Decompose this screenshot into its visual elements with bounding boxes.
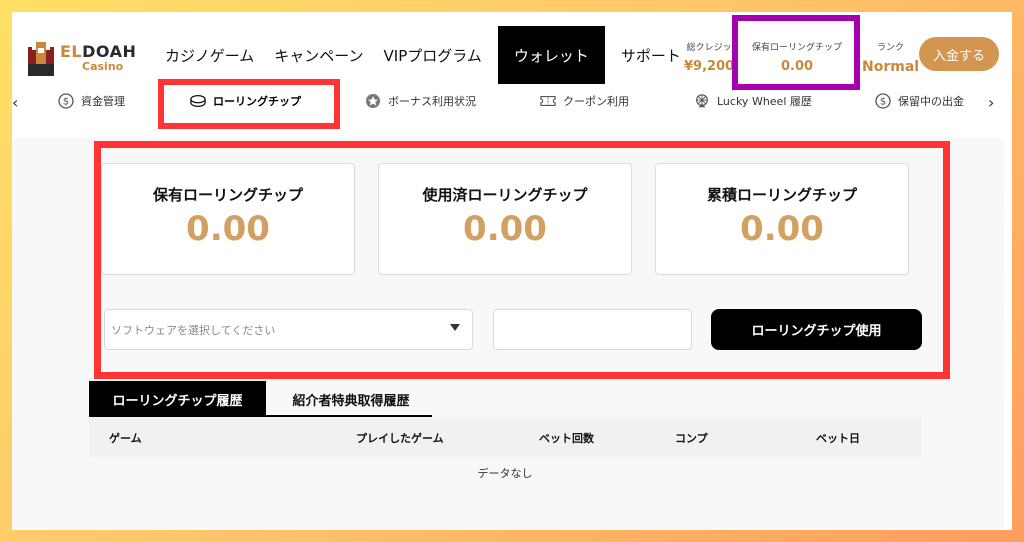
brand-logo[interactable]: ELDOAH Casino (26, 40, 136, 76)
rank-stat: ランク Normal (862, 40, 919, 75)
subnav-lucky-wheel-history[interactable]: Lucky Wheel 履歴 (694, 93, 812, 109)
column-header-comp: コンプ (675, 432, 708, 445)
highlight-box-rolling-chip-stat (732, 15, 860, 90)
castle-logo-icon (26, 40, 56, 76)
main-nav: カジノゲーム キャンペーン VIPプログラム ウォレット サポート (155, 26, 691, 84)
rank-value: Normal (862, 59, 920, 75)
deposit-button[interactable]: 入金する (919, 37, 999, 71)
nav-support[interactable]: サポート (611, 26, 691, 84)
column-header-played-game: プレイしたゲーム (356, 432, 444, 445)
brand-name: ELDOAH Casino (60, 42, 137, 73)
top-header: ELDOAH Casino カジノゲーム キャンペーン VIPプログラム ウォレ… (12, 12, 1012, 87)
subnav-pending-withdrawal[interactable]: $ 保留中の出金 (875, 93, 964, 109)
total-credit-label: 総クレジッ (686, 43, 732, 53)
wheel-icon (694, 93, 710, 109)
subnav-next-arrow-icon[interactable]: › (988, 93, 994, 112)
dollar-circle-icon: $ (875, 93, 891, 109)
ticket-icon (540, 93, 556, 109)
subnav-label: 資金管理 (81, 95, 125, 108)
nav-campaign[interactable]: キャンペーン (264, 26, 373, 84)
empty-table-message: データなし (477, 467, 533, 480)
column-header-game: ゲーム (109, 432, 142, 445)
svg-text:$: $ (63, 97, 69, 108)
subnav-label: 保留中の出金 (898, 95, 964, 108)
svg-text:$: $ (880, 97, 886, 108)
subnav-label: クーポン利用 (563, 95, 629, 108)
star-badge-icon (365, 93, 381, 109)
app-window: ELDOAH Casino カジノゲーム キャンペーン VIPプログラム ウォレ… (12, 12, 1012, 530)
subnav-bonus-usage[interactable]: ボーナス利用状況 (365, 93, 476, 109)
nav-wallet[interactable]: ウォレット (497, 26, 605, 84)
subnav-coupon-usage[interactable]: クーポン利用 (540, 93, 629, 109)
subnav-label: Lucky Wheel 履歴 (717, 95, 812, 108)
nav-casino-games[interactable]: カジノゲーム (155, 26, 264, 84)
total-credit-value: ¥9,200 (684, 59, 735, 74)
highlight-box-rolling-chip-tab (158, 79, 340, 129)
subnav-label: ボーナス利用状況 (388, 95, 476, 108)
tab-rolling-chip-history[interactable]: ローリングチップ履歴 (89, 381, 266, 417)
brand-name-part1: EL (60, 42, 83, 61)
history-table-header: ゲーム プレイしたゲーム ベット回数 コンプ ベット日 (89, 417, 921, 457)
tab-referral-bonus-history[interactable]: 紹介者特典取得履歴 (276, 381, 426, 417)
subnav-fund-management[interactable]: $ 資金管理 (58, 93, 125, 109)
subnav-prev-arrow-icon[interactable]: ‹ (12, 93, 18, 112)
rank-label: ランク (877, 43, 905, 53)
brand-sub: Casino (82, 60, 124, 73)
total-credit-stat: 総クレジッ ¥9,200 (684, 40, 734, 74)
column-header-bet-count: ベット回数 (539, 432, 594, 445)
highlight-box-rolling-chip-panel (94, 141, 950, 379)
brand-name-part2: DOAH (82, 42, 137, 61)
nav-vip-program[interactable]: VIPプログラム (374, 26, 492, 84)
dollar-circle-icon: $ (58, 93, 74, 109)
column-header-bet-date: ベット日 (816, 432, 860, 445)
